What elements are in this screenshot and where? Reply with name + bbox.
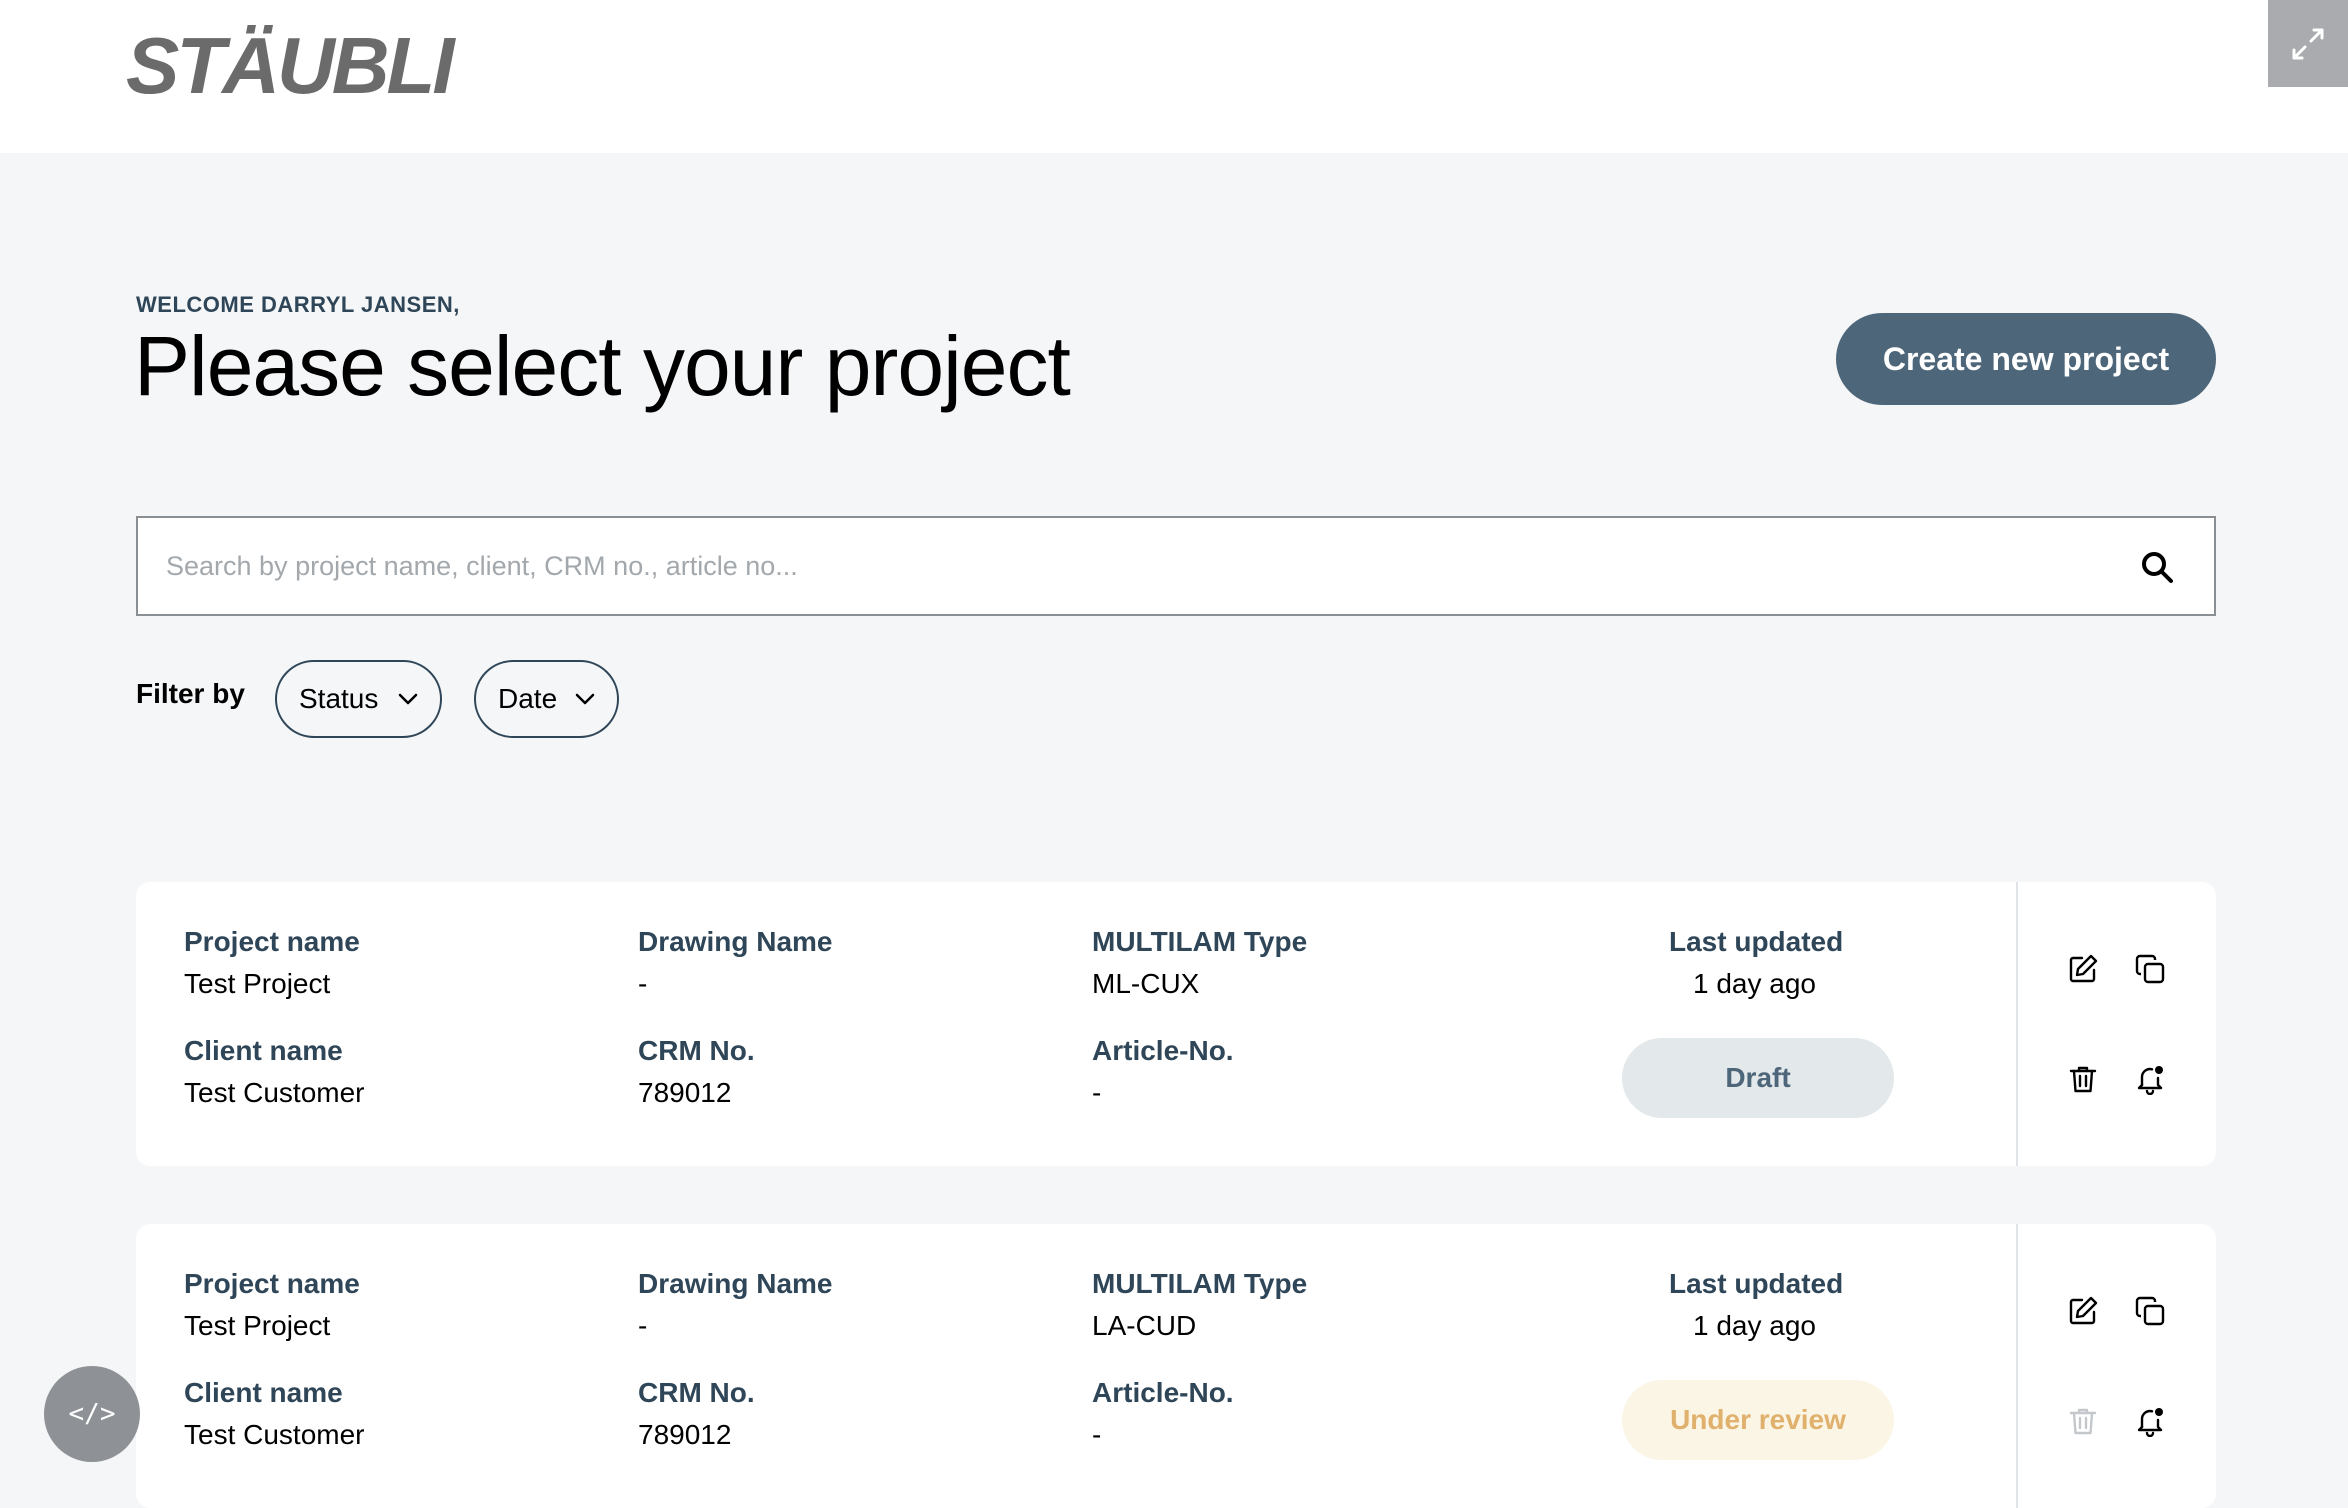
date-filter-label: Date xyxy=(498,683,558,714)
project-card[interactable]: Project name Test Project Client name Te… xyxy=(136,1224,2216,1508)
crm-no-value: 789012 xyxy=(638,1077,732,1108)
edit-icon xyxy=(2069,1296,2098,1325)
multilam-type-label: MULTILAM Type xyxy=(1092,926,1308,957)
trash-icon xyxy=(2069,1408,2097,1435)
copy-icon xyxy=(2135,1296,2165,1326)
drawing-name-label: Drawing Name xyxy=(638,926,833,957)
create-new-project-button[interactable]: Create new project xyxy=(1836,313,2216,405)
last-updated-label: Last updated xyxy=(1669,926,1844,957)
crm-no-value: 789012 xyxy=(638,1419,732,1450)
multilam-type-value: LA-CUD xyxy=(1092,1310,1197,1341)
status-badge: Draft xyxy=(1622,1038,1894,1118)
drawing-name-label: Drawing Name xyxy=(638,1268,833,1299)
welcome-text: WELCOME DARRYL JANSEN, xyxy=(136,292,460,317)
project-name-value: Test Project xyxy=(184,1310,331,1341)
client-name-label: Client name xyxy=(184,1035,343,1066)
expand-arrows-icon xyxy=(2292,28,2324,59)
project-name-label: Project name xyxy=(184,1268,360,1299)
article-no-value: - xyxy=(1092,1419,1102,1450)
trash-icon xyxy=(2069,1066,2097,1093)
client-name-value: Test Customer xyxy=(184,1419,365,1450)
duplicate-button[interactable] xyxy=(2133,952,2167,986)
drawing-name-value: - xyxy=(638,968,648,999)
edit-button[interactable] xyxy=(2066,1294,2100,1328)
search-icon[interactable] xyxy=(2140,550,2174,584)
chevron-down-icon xyxy=(575,693,595,705)
search-bar xyxy=(136,516,2216,616)
article-no-value: - xyxy=(1092,1077,1102,1108)
project-card[interactable]: Project name Test Project Client name Te… xyxy=(136,882,2216,1166)
page-title: Please select your project xyxy=(134,319,1071,413)
card-divider xyxy=(2016,1224,2018,1508)
article-no-label: Article-No. xyxy=(1092,1035,1234,1066)
last-updated-label: Last updated xyxy=(1669,1268,1844,1299)
client-name-label: Client name xyxy=(184,1377,343,1408)
status-badge: Under review xyxy=(1622,1380,1894,1460)
notification-button[interactable] xyxy=(2133,1404,2167,1438)
bell-icon xyxy=(2137,1066,2163,1095)
delete-button-disabled xyxy=(2066,1404,2100,1438)
notification-button[interactable] xyxy=(2133,1062,2167,1096)
crm-no-label: CRM No. xyxy=(638,1035,755,1066)
copy-icon xyxy=(2135,954,2165,984)
article-no-label: Article-No. xyxy=(1092,1377,1234,1408)
duplicate-button[interactable] xyxy=(2133,1294,2167,1328)
project-name-label: Project name xyxy=(184,926,360,957)
last-updated-value: 1 day ago xyxy=(1693,1310,1816,1341)
staubli-logo[interactable]: STÄUBLI xyxy=(126,22,455,110)
client-name-value: Test Customer xyxy=(184,1077,365,1108)
edit-icon xyxy=(2069,954,2098,983)
dev-tools-button[interactable]: </> xyxy=(44,1366,140,1462)
delete-button[interactable] xyxy=(2066,1062,2100,1096)
drawing-name-value: - xyxy=(638,1310,648,1341)
multilam-type-label: MULTILAM Type xyxy=(1092,1268,1308,1299)
card-divider xyxy=(2016,882,2018,1166)
status-filter-label: Status xyxy=(299,683,379,714)
multilam-type-value: ML-CUX xyxy=(1092,968,1200,999)
status-filter-dropdown[interactable]: Status xyxy=(275,660,442,738)
project-name-value: Test Project xyxy=(184,968,331,999)
date-filter-dropdown[interactable]: Date xyxy=(474,660,619,738)
bell-icon xyxy=(2137,1408,2163,1437)
code-icon: </> xyxy=(68,1399,116,1429)
search-input[interactable] xyxy=(166,518,2126,614)
expand-button[interactable] xyxy=(2268,0,2348,87)
last-updated-value: 1 day ago xyxy=(1693,968,1816,999)
top-header: STÄUBLI xyxy=(0,0,2348,153)
crm-no-label: CRM No. xyxy=(638,1377,755,1408)
chevron-down-icon xyxy=(398,693,418,705)
edit-button[interactable] xyxy=(2066,952,2100,986)
filter-label: Filter by xyxy=(136,678,245,709)
